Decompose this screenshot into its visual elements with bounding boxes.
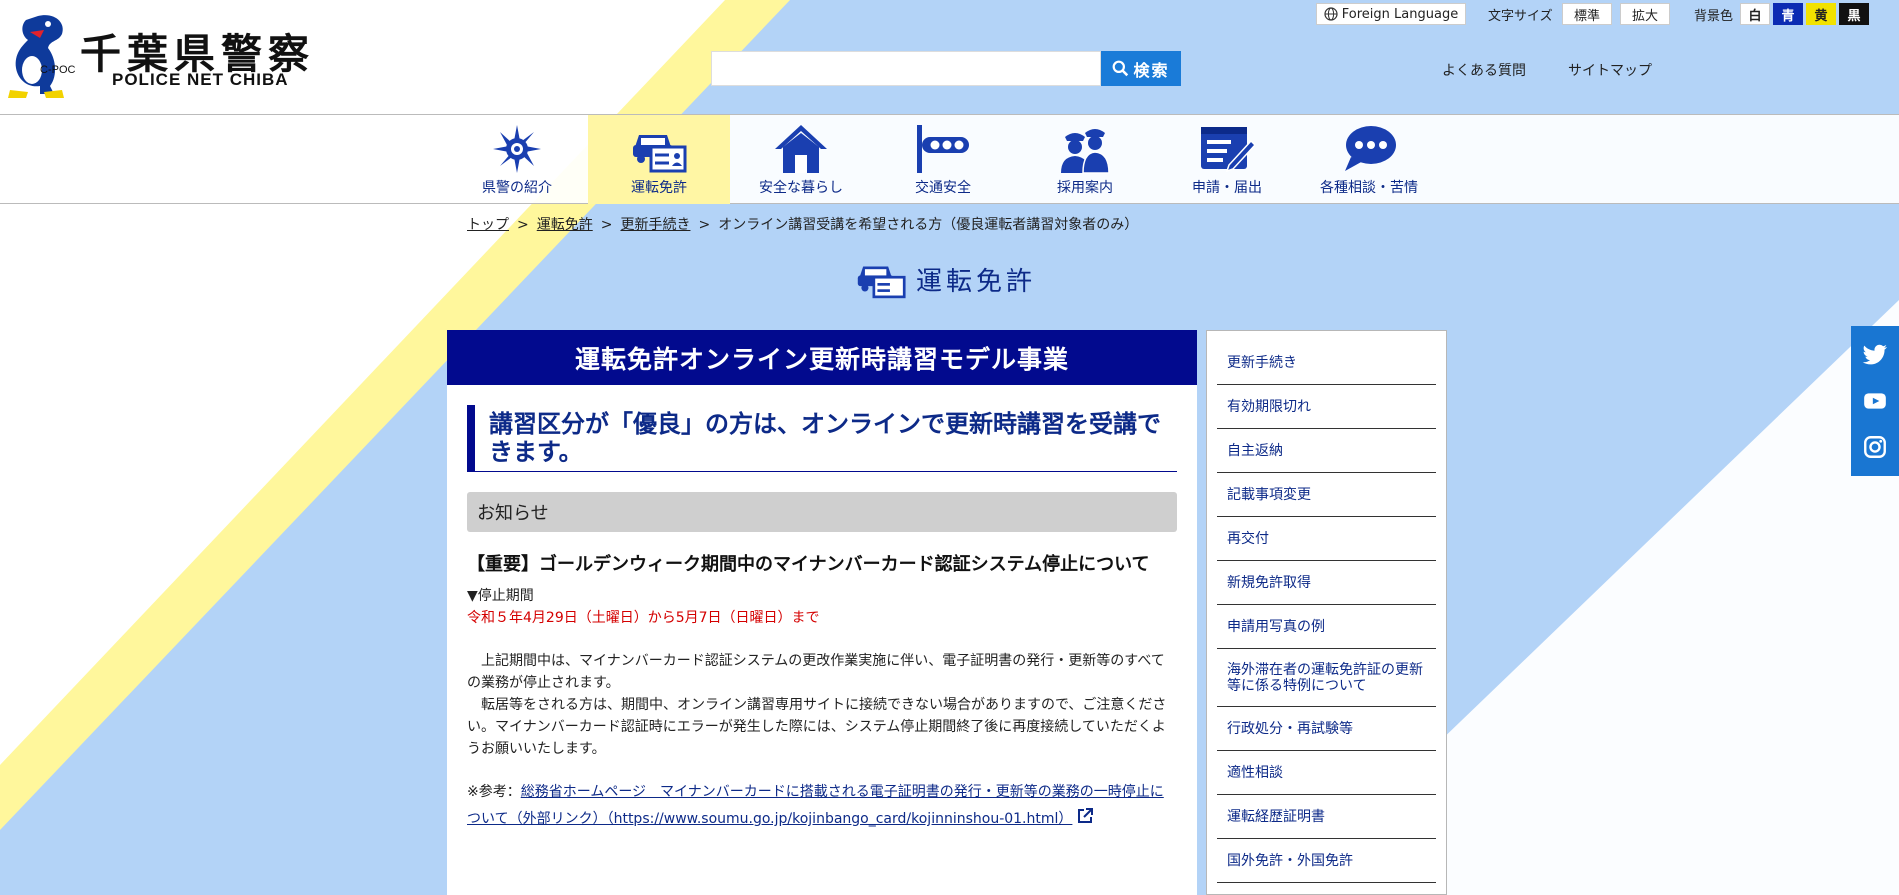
global-nav: 県警の紹介 運転免許 安全な暮らし 交通安全 採用案内 申請・届出 各種相談・苦… — [0, 114, 1899, 204]
nav-label: 各種相談・苦情 — [1320, 180, 1418, 196]
breadcrumb-link-license[interactable]: 運転免許 — [537, 217, 593, 233]
license-card-icon — [633, 135, 687, 173]
nav-label: 申請・届出 — [1192, 180, 1262, 196]
logo-subtitle: POLICE NET CHIBA — [112, 70, 289, 89]
nav-label: 採用案内 — [1057, 180, 1113, 196]
nav-label: 運転免許 — [631, 180, 687, 196]
breadcrumb-current: オンライン講習受講を希望される方（優良運転者講習対象者のみ） — [718, 217, 1139, 233]
breadcrumb-separator: > — [517, 217, 529, 233]
house-icon — [775, 125, 827, 173]
side-item-administrative-action[interactable]: 行政処分・再試験等 — [1217, 707, 1436, 751]
instagram-icon[interactable] — [1862, 434, 1888, 460]
foreign-language-button[interactable]: Foreign Language — [1316, 3, 1466, 25]
side-item-expired[interactable]: 有効期限切れ — [1217, 385, 1436, 429]
notice-heading: 【重要】ゴールデンウィーク期間中のマイナンバーカード認証システム停止について — [467, 554, 1150, 575]
bg-yellow-button[interactable]: 黄 — [1806, 3, 1836, 25]
side-item-international-license[interactable]: 国外免許・外国免許 — [1217, 839, 1436, 883]
section-title: 運転免許 — [856, 257, 1036, 301]
youtube-icon[interactable] — [1862, 388, 1888, 414]
search-input[interactable] — [711, 51, 1101, 86]
side-item-aptitude-consultation[interactable]: 適性相談 — [1217, 751, 1436, 795]
side-item-new-license[interactable]: 新規免許取得 — [1217, 561, 1436, 605]
traffic-signal-icon — [917, 125, 969, 173]
speech-bubble-icon — [1345, 126, 1396, 171]
officers-icon — [1061, 129, 1110, 174]
nav-item-drivers-license[interactable]: 運転免許 — [588, 115, 730, 204]
side-item-photo-examples[interactable]: 申請用写真の例 — [1217, 605, 1436, 649]
search-button-label: 検索 — [1133, 60, 1170, 80]
breadcrumb-link-renewal[interactable]: 更新手続き — [620, 217, 690, 233]
bg-black-button[interactable]: 黒 — [1839, 3, 1869, 25]
breadcrumb-separator: > — [698, 217, 711, 233]
side-item-reissue[interactable]: 再交付 — [1217, 517, 1436, 561]
social-links — [1851, 326, 1899, 476]
reference: ※参考：総務省ホームページ マイナンバーカードに搭載される電子証明書の発行・更新… — [467, 779, 1177, 833]
nav-item-police-intro[interactable]: 県警の紹介 — [446, 115, 588, 204]
font-size-large-button[interactable]: 拡大 — [1620, 3, 1670, 25]
nav-label: 安全な暮らし — [759, 180, 843, 196]
nav-label: 県警の紹介 — [482, 180, 552, 196]
form-pen-icon — [1201, 127, 1255, 173]
site-header: C-POC 千葉県警察 POLICE NET CHIBA 検索 Foreign … — [0, 0, 1899, 114]
site-logo[interactable]: C-POC 千葉県警察 POLICE NET CHIBA — [4, 8, 334, 100]
period-value: 令和５年4月29日（土曜日）から5月7日（日曜日）まで — [467, 610, 820, 626]
mascot-icon — [8, 15, 64, 98]
faq-link[interactable]: よくある質問 — [1442, 60, 1526, 80]
main-content: 運転免許オンライン更新時講習モデル事業 講習区分が「優良」の方は、オンラインで更… — [447, 330, 1197, 895]
side-item-change-info[interactable]: 記載事項変更 — [1217, 473, 1436, 517]
foreign-language-label: Foreign Language — [1341, 6, 1459, 22]
font-size-label: 文字サイズ — [1488, 9, 1553, 24]
lead-heading: 講習区分が「優良」の方は、オンラインで更新時講習を受講できます。 — [467, 405, 1177, 472]
side-menu: 更新手続き 有効期限切れ 自主返納 記載事項変更 再交付 新規免許取得 申請用写… — [1206, 330, 1447, 895]
globe-icon — [1324, 7, 1338, 21]
nav-item-traffic-safety[interactable]: 交通安全 — [872, 115, 1014, 204]
license-card-icon — [857, 266, 906, 299]
external-link-icon[interactable] — [1076, 807, 1094, 825]
nav-label: 交通安全 — [915, 180, 971, 196]
notice-paragraph-1: 上記期間中は、マイナンバーカード認証システムの更改作業実施に伴い、電子証明書の発… — [467, 653, 1165, 691]
nav-item-recruitment[interactable]: 採用案内 — [1014, 115, 1156, 204]
logo-cpoc-text: C-POC — [40, 64, 76, 76]
police-emblem-icon — [493, 125, 541, 173]
side-item-renewal[interactable]: 更新手続き — [1217, 341, 1436, 385]
reference-prefix: ※参考： — [467, 784, 521, 800]
search-icon — [1113, 60, 1129, 77]
font-size-standard-button[interactable]: 標準 — [1562, 3, 1612, 25]
nav-item-consultation[interactable]: 各種相談・苦情 — [1298, 115, 1440, 204]
breadcrumb: トップ > 運転免許 > 更新手続き > オンライン講習受講を希望される方（優良運転者講習対… — [467, 214, 1138, 234]
notice-title: お知らせ — [467, 492, 1177, 532]
bg-color-label: 背景色 — [1694, 9, 1734, 24]
reference-link[interactable]: 総務省ホームページ マイナンバーカードに搭載される電子証明書の発行・更新等の業務… — [467, 784, 1164, 827]
bg-blue-button[interactable]: 青 — [1773, 3, 1803, 25]
nav-item-applications[interactable]: 申請・届出 — [1156, 115, 1298, 204]
sitemap-link[interactable]: サイトマップ — [1568, 60, 1652, 80]
breadcrumb-separator: > — [600, 217, 613, 233]
side-item-voluntary-return[interactable]: 自主返納 — [1217, 429, 1436, 473]
period-label: ▼停止期間 — [467, 588, 534, 604]
bg-white-button[interactable]: 白 — [1740, 3, 1770, 25]
notice-paragraph-2: 転居等をされる方は、期間中、オンライン講習専用サイトに接続できない場合があります… — [467, 697, 1167, 757]
main-header: 運転免許オンライン更新時講習モデル事業 — [447, 330, 1197, 385]
side-item-overseas-exception[interactable]: 海外滞在者の運転免許証の更新等に係る特例について — [1217, 649, 1436, 707]
side-item-driving-record[interactable]: 運転経歴証明書 — [1217, 795, 1436, 839]
twitter-icon[interactable] — [1862, 342, 1888, 368]
search-button[interactable]: 検索 — [1101, 51, 1181, 86]
breadcrumb-link-top[interactable]: トップ — [467, 217, 509, 233]
nav-item-safe-living[interactable]: 安全な暮らし — [730, 115, 872, 204]
section-title-text: 運転免許 — [916, 266, 1037, 297]
